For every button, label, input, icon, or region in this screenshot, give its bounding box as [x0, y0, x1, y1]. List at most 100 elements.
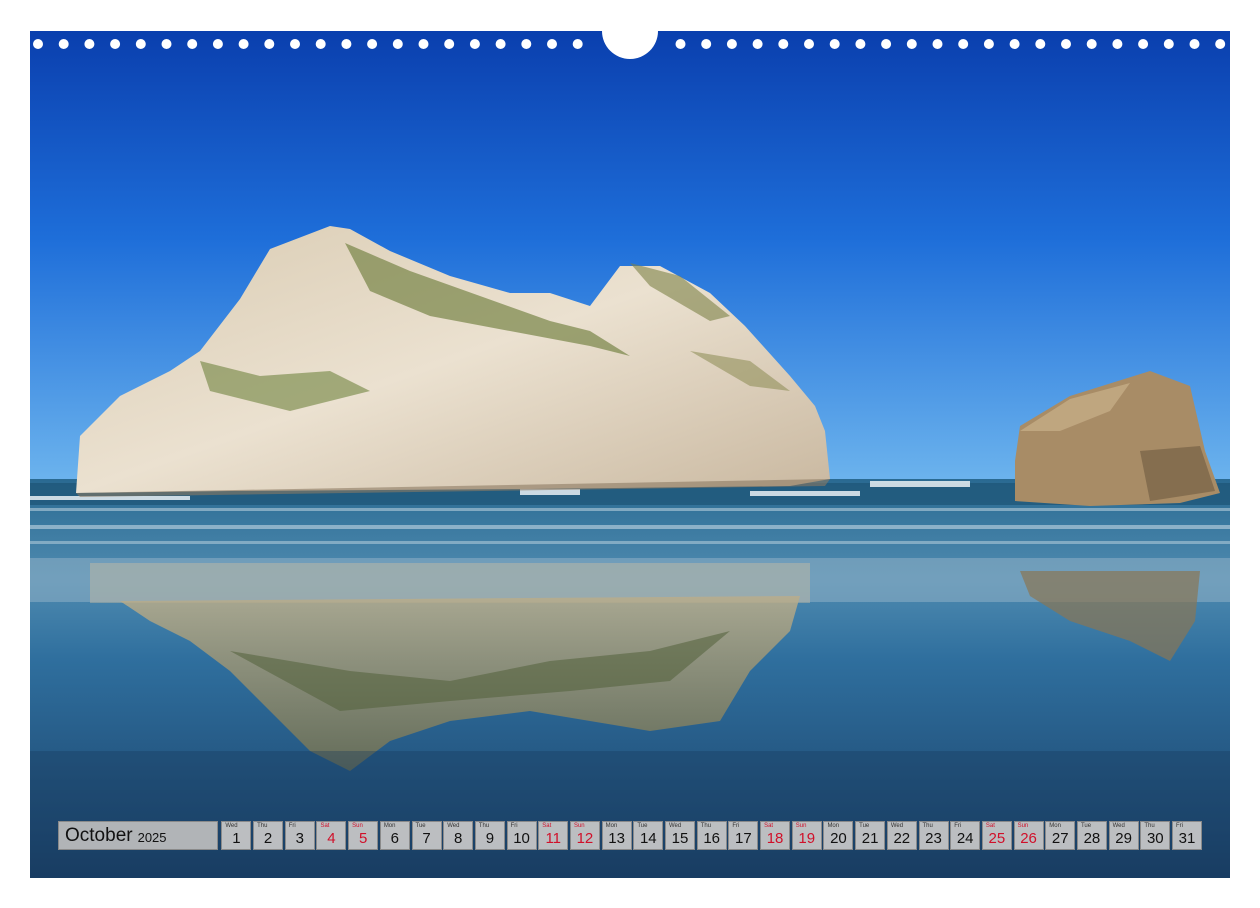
day-number: 18: [766, 830, 784, 847]
day-cell: Fri 3: [284, 821, 315, 850]
weekday-label: Sat: [320, 823, 330, 829]
day-cell: Thu 23: [918, 821, 949, 850]
weekday-label: Tue: [1080, 823, 1092, 829]
calendar-page: [30, 31, 1230, 878]
weekday-label: Wed: [447, 823, 460, 829]
day-cell: Sun 26: [1013, 821, 1044, 850]
day-cell: Tue 21: [855, 821, 886, 850]
day-number: 14: [639, 830, 657, 847]
day-cell: Mon 6: [379, 821, 410, 850]
weekday-label: Sun: [352, 823, 363, 829]
weekday-label: Wed: [225, 823, 238, 829]
day-cell: Wed 1: [221, 821, 252, 850]
weekday-label: Wed: [890, 823, 904, 829]
weekday-label: Sun: [795, 823, 807, 829]
weekday-label: Mon: [605, 823, 618, 829]
day-number: 13: [608, 830, 625, 847]
weekday-label: Fri: [288, 823, 296, 829]
day-number: 7: [422, 830, 431, 847]
weekday-label: Tue: [415, 823, 426, 829]
day-number: 26: [1020, 830, 1037, 847]
weekday-label: Wed: [1112, 823, 1125, 829]
day-number: 1: [232, 830, 241, 847]
day-number: 20: [830, 830, 847, 847]
day-number: 31: [1178, 830, 1196, 847]
weekday-label: Sun: [1017, 823, 1029, 829]
weekday-label: Thu: [257, 823, 268, 829]
day-number: 4: [327, 830, 336, 847]
day-number: 10: [513, 830, 530, 847]
day-cell: Sun 12: [569, 821, 600, 850]
weekday-label: Tue: [637, 823, 648, 829]
day-number: 19: [798, 830, 816, 847]
day-cell: Wed 22: [886, 821, 917, 850]
day-cell: Fri 10: [506, 821, 537, 850]
day-cell: Sat 11: [538, 821, 569, 850]
day-cell: Tue 14: [633, 821, 664, 850]
weekday-label: Sat: [764, 823, 774, 829]
day-cell: Fri 24: [950, 821, 981, 850]
day-cell: Mon 20: [823, 821, 854, 850]
weekday-label: Fri: [954, 823, 962, 829]
weekday-label: Sat: [542, 823, 552, 829]
weekday-label: Fri: [1176, 823, 1183, 829]
day-cell: Fri 17: [728, 821, 759, 850]
day-number: 12: [576, 830, 594, 847]
day-cell: Thu 16: [696, 821, 727, 850]
weekday-label: Sat: [985, 823, 995, 829]
day-number: 6: [390, 830, 399, 847]
day-number: 16: [703, 830, 721, 847]
month-year: 2025: [137, 830, 167, 845]
weekday-label: Fri: [510, 823, 518, 829]
day-cell: Sun 5: [348, 821, 379, 850]
day-number: 23: [925, 830, 942, 847]
weekday-label: Sun: [573, 823, 585, 829]
day-cell: Thu 9: [474, 821, 505, 850]
day-number: 11: [545, 830, 562, 847]
weekday-label: Thu: [922, 823, 933, 829]
day-cell: Wed 29: [1108, 821, 1139, 850]
day-number: 8: [454, 830, 463, 847]
day-cell: Tue 28: [1076, 821, 1107, 850]
day-cell: Fri 31: [1172, 821, 1202, 850]
calendar-bar: October 2025 Wed 1 Thu 2 Fri 3 Sat 4 Sun 5 Mon 6 Tue…: [58, 821, 1202, 850]
day-cell: Sun 19: [791, 821, 822, 850]
weekday-label: Fri: [732, 823, 740, 829]
month-label: October 2025: [58, 821, 218, 850]
weekday-label: Mon: [827, 823, 840, 829]
day-cell: Mon 27: [1045, 821, 1076, 850]
weekday-label: Thu: [478, 823, 490, 829]
weekday-label: Mon: [383, 823, 396, 829]
weekday-label: Tue: [859, 823, 870, 829]
day-number: 21: [861, 830, 879, 847]
day-cell: Sat 4: [316, 821, 347, 850]
day-cell: Mon 13: [601, 821, 632, 850]
day-number: 22: [893, 830, 911, 847]
day-cell: Sat 25: [981, 821, 1012, 850]
landscape-photo: [30, 31, 1230, 878]
day-number: 25: [988, 830, 1006, 847]
day-number: 2: [263, 830, 273, 847]
day-cell: Wed 8: [443, 821, 474, 850]
day-number: 17: [735, 830, 752, 847]
day-cell: Thu 2: [253, 821, 284, 850]
day-number: 29: [1115, 830, 1132, 847]
day-number: 15: [671, 830, 689, 847]
day-number: 3: [295, 830, 304, 847]
day-number: 5: [358, 830, 368, 847]
month-name: October: [65, 824, 133, 846]
day-number: 9: [485, 830, 495, 847]
day-cell: Sat 18: [760, 821, 791, 850]
day-number: 27: [1051, 830, 1069, 847]
weekday-label: Wed: [669, 823, 682, 829]
day-cell: Thu 30: [1140, 821, 1171, 850]
weekday-label: Mon: [1049, 823, 1061, 829]
day-number: 30: [1146, 830, 1164, 847]
weekday-label: Thu: [700, 823, 712, 829]
day-number: 24: [956, 830, 974, 847]
day-cell: Tue 7: [411, 821, 442, 850]
day-number: 28: [1083, 830, 1101, 847]
weekday-label: Thu: [1144, 823, 1155, 829]
day-strip: Wed 1 Thu 2 Fri 3 Sat 4 Sun 5 Mon 6 Tue 7 Wed 8 Thu 9 Fri 1…: [220, 821, 1202, 850]
day-cell: Wed 15: [665, 821, 695, 850]
